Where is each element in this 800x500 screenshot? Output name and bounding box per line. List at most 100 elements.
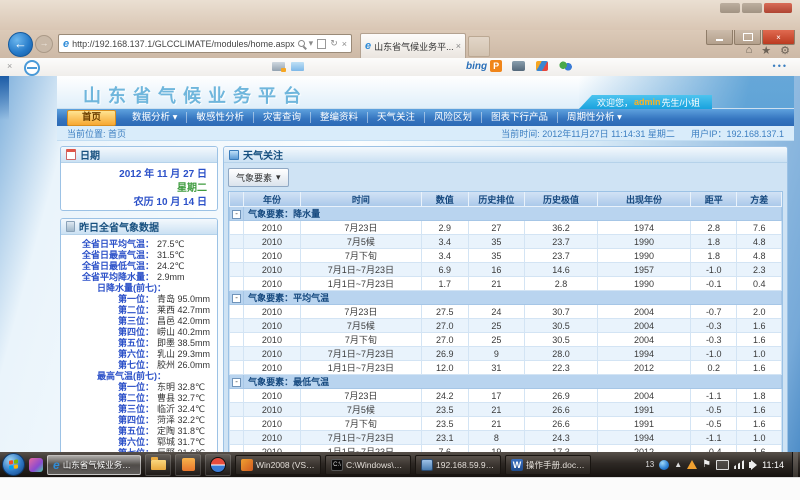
taskbar-window-button[interactable]: C:\Windows\s...: [325, 455, 411, 475]
tray-badge: 13: [645, 460, 654, 469]
cmd-icon: [331, 459, 343, 471]
search-icon[interactable]: [298, 40, 305, 47]
taskbar-ie-button[interactable]: e 山东省气候业务平...: [47, 455, 141, 475]
refresh-icon[interactable]: ↻: [330, 38, 338, 49]
system-tray: 13 ▲ ⚑ 11:14: [645, 460, 788, 470]
home-icon[interactable]: ⌂: [746, 44, 753, 57]
mail-card-icon[interactable]: [272, 62, 285, 71]
tray-expand-icon[interactable]: ▲: [674, 460, 682, 469]
back-button[interactable]: ←: [8, 32, 33, 57]
orange-app-icon: [182, 458, 195, 471]
menu-item[interactable]: 周期性分析 ▾: [558, 112, 631, 123]
show-desktop-button[interactable]: [792, 452, 798, 477]
table-row[interactable]: 20107月23日27.52430.72004-0.72.0: [230, 305, 782, 319]
menu-item[interactable]: 风险区划: [425, 112, 482, 123]
browser-tab[interactable]: e 山东省气候业务平... ×: [360, 33, 466, 58]
table-cell: 17: [468, 389, 525, 403]
table-row[interactable]: 20107月1日~7月23日6.91614.61957-1.02.3: [230, 263, 782, 277]
table-cell: 7.6: [422, 445, 469, 453]
table-cell: 2010: [244, 417, 301, 431]
rank-label: 第七位：: [64, 360, 154, 371]
welcome-suffix: 先生/小姐: [661, 96, 700, 109]
favorites-star-icon[interactable]: ★: [761, 44, 771, 57]
letter-icon[interactable]: [291, 62, 304, 71]
table-row[interactable]: 20107月下旬27.02530.52004-0.31.6: [230, 333, 782, 347]
more-tools-icon[interactable]: •••: [773, 61, 788, 71]
table-row[interactable]: 20107月23日24.21726.92004-1.11.8: [230, 389, 782, 403]
table-cell: 27.0: [422, 319, 469, 333]
rank-row: 第一位：东明 32.8℃: [64, 382, 214, 393]
gregorian-date: 2012 年 11 月 27 日: [71, 168, 207, 182]
table-row[interactable]: 20107月5候23.52126.61991-0.51.6: [230, 403, 782, 417]
tray-clock[interactable]: 11:14: [762, 460, 784, 470]
camera-icon[interactable]: [512, 61, 525, 71]
forward-button[interactable]: →: [35, 35, 53, 53]
group-row[interactable]: -气象要素：平均气温: [230, 291, 782, 305]
messenger-icon[interactable]: [659, 460, 669, 470]
taskbar-explorer-button[interactable]: [145, 454, 171, 476]
action-center-flag-icon[interactable]: ⚑: [702, 460, 711, 470]
start-button[interactable]: [2, 453, 25, 476]
table-cell: 7月下旬: [300, 417, 421, 431]
menu-item[interactable]: 灾害查询: [254, 112, 311, 123]
close-button[interactable]: ×: [762, 30, 795, 45]
menu-item[interactable]: 敏感性分析: [187, 112, 254, 123]
new-tab-button[interactable]: [468, 36, 490, 57]
table-cell: 3.4: [422, 235, 469, 249]
compatibility-view-icon[interactable]: [317, 39, 326, 49]
taskbar-window-button[interactable]: Win2008 (VS2...: [235, 455, 321, 475]
rank-value: 昌邑 42.0mm: [154, 316, 210, 327]
menu-item[interactable]: 数据分析 ▾: [123, 112, 187, 123]
taskbar-media-button[interactable]: [205, 454, 231, 476]
collapse-icon[interactable]: -: [232, 294, 241, 303]
table-row[interactable]: 20107月下旬23.52126.61991-0.51.6: [230, 417, 782, 431]
table-row[interactable]: 20107月5候27.02530.52004-0.31.6: [230, 319, 782, 333]
table-row[interactable]: 20101月1日~7月23日12.03122.320120.21.6: [230, 361, 782, 375]
url-text[interactable]: http://192.168.137.1/GLCCLIMATE/modules/…: [72, 39, 298, 49]
table-cell: 1.6: [737, 417, 782, 431]
address-bar[interactable]: e http://192.168.137.1/GLCCLIMATE/module…: [58, 34, 352, 53]
weather-table-body: -气象要素：降水量20107月23日2.92736.219742.87.6201…: [230, 207, 782, 453]
minimize-icon[interactable]: [720, 3, 740, 13]
collapse-icon[interactable]: -: [232, 210, 241, 219]
volume-icon[interactable]: [749, 462, 753, 468]
taskbar-app-button[interactable]: [175, 454, 201, 476]
taskbar-window-button[interactable]: 192.168.59.99...: [415, 455, 501, 475]
table-row[interactable]: 20107月23日2.92736.219742.87.6: [230, 221, 782, 235]
bing-logo[interactable]: bing: [466, 61, 487, 72]
group-row[interactable]: -气象要素：最低气温: [230, 375, 782, 389]
table-row[interactable]: 20101月1日~7月23日1.7212.81990-0.10.4: [230, 277, 782, 291]
rank-row: 第六位：郓城 31.7℃: [64, 437, 214, 448]
menu-item[interactable]: 首页: [67, 110, 116, 126]
table-row[interactable]: 20107月1日~7月23日26.9928.01994-1.01.0: [230, 347, 782, 361]
table-row[interactable]: 20107月下旬3.43523.719901.84.8: [230, 249, 782, 263]
maximize-icon[interactable]: [742, 3, 762, 13]
taskbar-window-button[interactable]: 操作手册.docx ...: [505, 455, 591, 475]
stop-icon[interactable]: ×: [342, 39, 347, 49]
menu-item[interactable]: 天气关注: [368, 112, 425, 123]
menu-item[interactable]: 整编资料: [311, 112, 368, 123]
table-row[interactable]: 20101月1日~7月23日7.61917.32012-0.41.6: [230, 445, 782, 453]
security-alert-icon[interactable]: [687, 460, 697, 469]
toolbar-logo-icon[interactable]: [24, 60, 40, 76]
display-icon[interactable]: [716, 460, 729, 470]
settings-gear-icon[interactable]: ⚙: [780, 44, 790, 57]
quick-launch-icon[interactable]: [29, 458, 43, 472]
p-app-icon[interactable]: P: [490, 60, 502, 72]
menu-item[interactable]: 图表下行产品: [482, 112, 558, 123]
toolbar-close-icon[interactable]: ×: [7, 62, 12, 71]
table-row[interactable]: 20107月1日~7月23日23.1824.31994-1.11.0: [230, 431, 782, 445]
maximize-button[interactable]: [734, 30, 761, 45]
minimize-button[interactable]: [706, 30, 733, 45]
paint-icon[interactable]: [536, 61, 548, 71]
group-row[interactable]: -气象要素：降水量: [230, 207, 782, 221]
tab-close-icon[interactable]: ×: [456, 41, 461, 51]
stat-value: 2.9mm: [154, 272, 185, 283]
table-row[interactable]: 20107月5候3.43523.719901.84.8: [230, 235, 782, 249]
people-icon[interactable]: [559, 61, 572, 71]
dropdown-arrow-icon[interactable]: ▾: [309, 38, 314, 49]
element-filter-button[interactable]: 气象要素 ▾: [228, 168, 289, 187]
close-icon[interactable]: [764, 3, 792, 13]
network-icon[interactable]: [734, 460, 744, 469]
collapse-icon[interactable]: -: [232, 378, 241, 387]
